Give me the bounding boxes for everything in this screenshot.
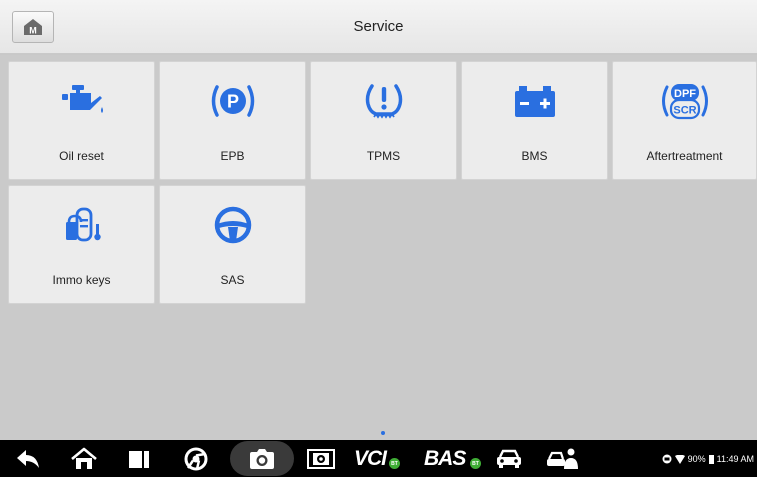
oil-can-icon bbox=[61, 85, 103, 113]
dpf-scr-icon: DPF SCR bbox=[661, 84, 708, 120]
car-icon bbox=[497, 449, 521, 468]
vci-button[interactable]: VCI BT bbox=[354, 444, 414, 474]
back-arrow-icon bbox=[17, 450, 39, 468]
tile-label: SAS bbox=[220, 273, 245, 287]
system-navigation-bar: VCI BT BAS BT 90% 11:49 AM bbox=[0, 440, 757, 477]
notification-icon bbox=[662, 454, 672, 464]
tile-label: TPMS bbox=[366, 149, 401, 163]
tile-bms[interactable]: BMS bbox=[461, 61, 608, 180]
bluetooth-badge: BT bbox=[470, 458, 481, 469]
tile-label: Immo keys bbox=[52, 273, 111, 287]
bas-label: BAS bbox=[424, 447, 466, 470]
immo-key-icon bbox=[65, 207, 101, 242]
car-technician-icon bbox=[547, 448, 578, 469]
svg-text:SCR: SCR bbox=[673, 105, 696, 117]
header-bar: M Service bbox=[0, 0, 757, 54]
screen-capture-icon bbox=[307, 449, 335, 469]
battery-icon bbox=[514, 86, 555, 117]
battery-percentage: 90% bbox=[687, 454, 706, 464]
screenshot-button[interactable] bbox=[305, 444, 337, 474]
svg-text:DPF: DPF bbox=[674, 88, 696, 100]
camera-button[interactable] bbox=[247, 444, 277, 474]
parking-brake-icon: P bbox=[211, 85, 254, 117]
camera-icon bbox=[250, 449, 274, 469]
tile-immo-keys[interactable]: Immo keys bbox=[8, 185, 155, 304]
tile-label: Aftertreatment bbox=[646, 149, 723, 163]
tile-sas[interactable]: SAS bbox=[159, 185, 306, 304]
steering-wheel-icon bbox=[214, 206, 251, 244]
recent-apps-button[interactable] bbox=[124, 444, 154, 474]
recent-apps-icon bbox=[129, 451, 149, 468]
back-button[interactable] bbox=[12, 444, 44, 474]
clock: 11:49 AM bbox=[716, 454, 754, 464]
vci-label: VCI bbox=[354, 447, 387, 470]
house-icon bbox=[71, 447, 97, 469]
page-indicator-dot bbox=[381, 431, 385, 435]
tile-tpms[interactable]: TPMS bbox=[310, 61, 457, 180]
tire-pressure-icon bbox=[365, 84, 402, 119]
tile-oil-reset[interactable]: Oil reset bbox=[8, 61, 155, 180]
vehicle-button[interactable] bbox=[492, 444, 526, 474]
tile-aftertreatment[interactable]: DPF SCR Aftertreatment bbox=[612, 61, 757, 180]
wifi-icon bbox=[674, 454, 685, 464]
browser-button[interactable] bbox=[181, 444, 211, 474]
tile-label: EPB bbox=[220, 149, 245, 163]
page-title: Service bbox=[353, 18, 404, 35]
service-function-grid: Oil reset P EPB TPMS BMS DPF SCR Aftertr… bbox=[0, 55, 757, 440]
bas-button[interactable]: BAS BT bbox=[424, 444, 486, 474]
battery-status-icon bbox=[708, 454, 714, 464]
tile-label: Oil reset bbox=[59, 149, 104, 163]
home-nav-button[interactable] bbox=[68, 444, 100, 474]
bluetooth-badge: BT bbox=[389, 458, 400, 469]
tile-label: BMS bbox=[521, 149, 548, 163]
chrome-icon bbox=[184, 447, 208, 471]
tile-epb[interactable]: P EPB bbox=[159, 61, 306, 180]
status-area: 90% 11:49 AM bbox=[662, 452, 754, 466]
svg-text:P: P bbox=[226, 92, 238, 112]
remote-expert-button[interactable] bbox=[544, 444, 580, 474]
